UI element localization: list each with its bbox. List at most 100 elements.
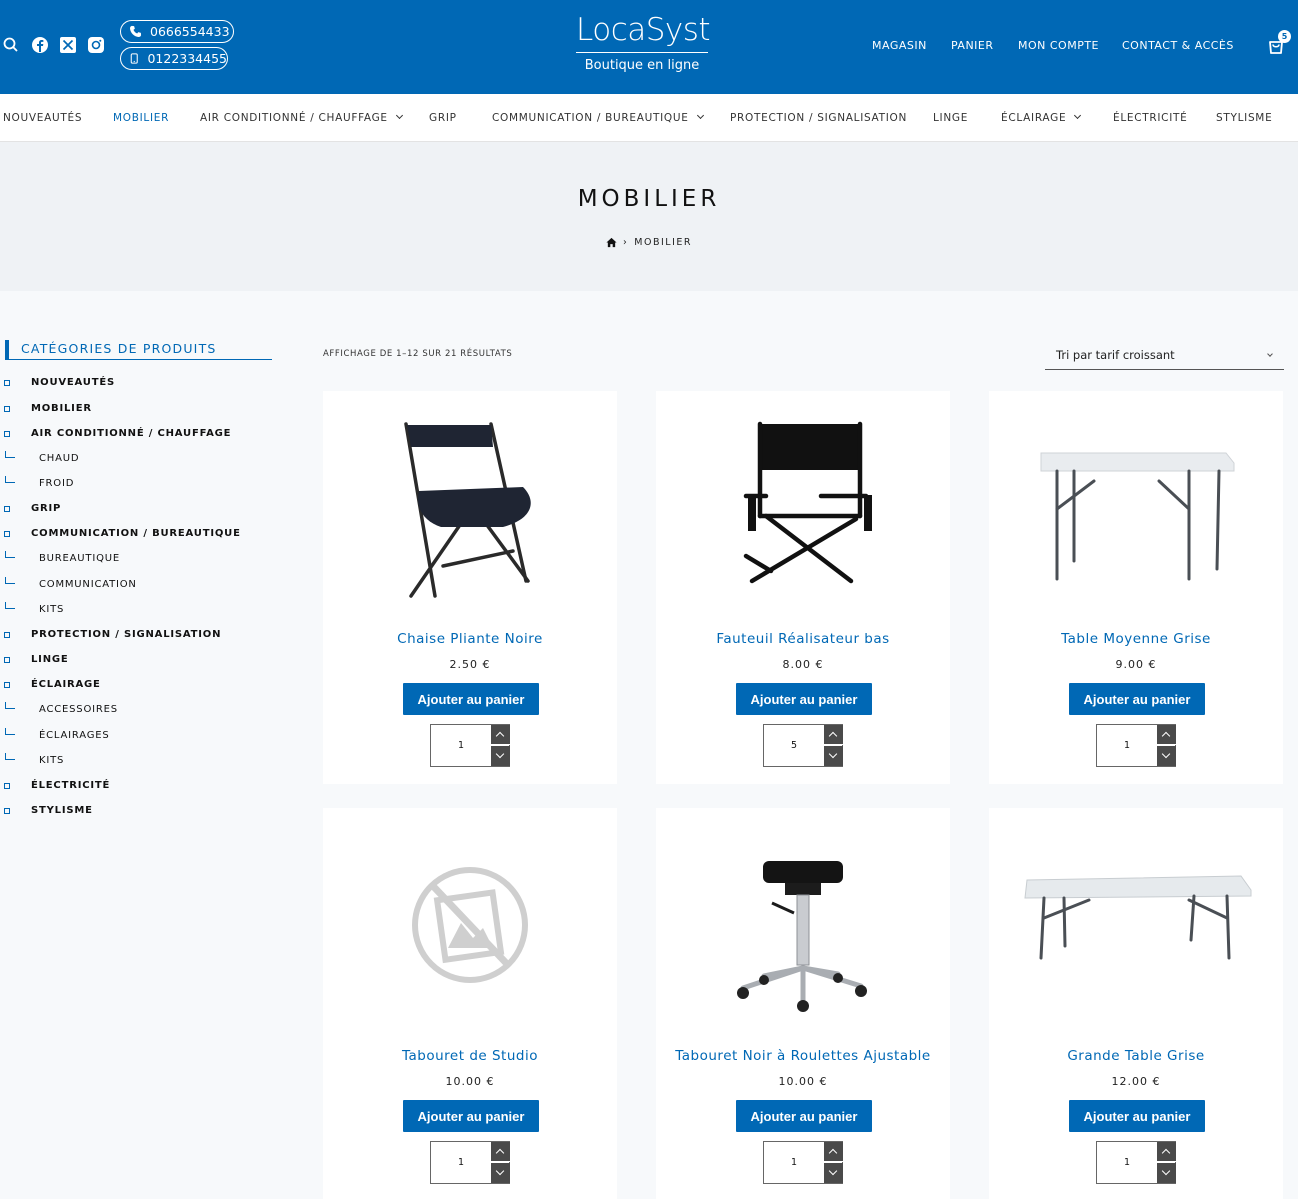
search-icon[interactable] <box>2 36 20 54</box>
catnav-air-conditionne[interactable]: AIR CONDITIONNÉ / CHAUFFAGE <box>200 111 403 124</box>
add-to-cart-button[interactable]: Ajouter au panier <box>403 683 539 715</box>
sidebar-item-electricite[interactable]: ÉLECTRICITÉ <box>31 780 110 791</box>
product-image-medium-table[interactable] <box>989 391 1283 616</box>
topnav-magasin[interactable]: MAGASIN <box>872 39 927 52</box>
quantity-input[interactable]: 1 <box>431 1142 491 1183</box>
product-title[interactable]: Fauteuil Réalisateur bas <box>656 631 950 647</box>
sidebar-item-linge[interactable]: LINGE <box>31 654 69 665</box>
sidebar-item-eclairages[interactable]: ÉCLAIRAGES <box>39 730 110 741</box>
logo-tagline: Boutique en ligne <box>584 58 700 73</box>
quantity-input[interactable]: 1 <box>1097 725 1157 766</box>
catnav-grip[interactable]: GRIP <box>429 112 457 124</box>
product-card: Tabouret de Studio 10.00 € Ajouter au pa… <box>323 808 617 1199</box>
site-logo[interactable]: LocaSyst Boutique en ligne <box>576 10 711 74</box>
product-title[interactable]: Tabouret de Studio <box>323 1048 617 1064</box>
quantity-decrease-button[interactable] <box>824 1163 843 1183</box>
catnav-linge[interactable]: LINGE <box>933 112 968 124</box>
bullet-icon <box>4 632 10 638</box>
mobile-icon <box>130 53 138 64</box>
catnav-stylisme[interactable]: STYLISME <box>1216 112 1272 124</box>
quantity-input[interactable]: 1 <box>1097 1142 1157 1183</box>
product-title[interactable]: Grande Table Grise <box>989 1048 1283 1064</box>
instagram-icon[interactable] <box>87 36 105 54</box>
add-to-cart-button[interactable]: Ajouter au panier <box>736 1100 872 1132</box>
quantity-decrease-button[interactable] <box>491 746 510 766</box>
product-title[interactable]: Chaise Pliante Noire <box>323 631 617 647</box>
home-icon[interactable] <box>606 237 617 248</box>
placeholder-image-icon[interactable] <box>323 808 617 1033</box>
sort-select[interactable]: Tri par tarif croissant <box>1045 341 1284 370</box>
logo-divider <box>576 52 708 53</box>
topnav-contact[interactable]: CONTACT & ACCÈS <box>1122 39 1234 52</box>
sort-select-value: Tri par tarif croissant <box>1056 348 1175 362</box>
bullet-icon <box>4 783 10 789</box>
quantity-input[interactable]: 1 <box>431 725 491 766</box>
sidebar-item-air-conditionne[interactable]: AIR CONDITIONNÉ / CHAUFFAGE <box>31 428 231 439</box>
quantity-increase-button[interactable] <box>1157 725 1176 745</box>
quantity-decrease-button[interactable] <box>1157 1163 1176 1183</box>
sidebar-item-communication[interactable]: COMMUNICATION <box>39 579 137 590</box>
facebook-icon[interactable] <box>31 36 49 54</box>
topnav-mon-compte[interactable]: MON COMPTE <box>1018 39 1099 52</box>
branch-icon <box>5 577 15 584</box>
sidebar-item-stylisme[interactable]: STYLISME <box>31 805 93 816</box>
quantity-decrease-button[interactable] <box>1157 746 1176 766</box>
phone-number: 0666554433 <box>150 24 230 39</box>
product-image-director-chair[interactable] <box>656 391 950 616</box>
product-image-large-table[interactable] <box>989 808 1283 1033</box>
bullet-icon <box>4 380 10 386</box>
sidebar-item-eclairage[interactable]: ÉCLAIRAGE <box>31 679 101 690</box>
x-twitter-icon[interactable] <box>59 36 77 54</box>
breadcrumb-separator: › <box>622 237 629 248</box>
sidebar-item-froid[interactable]: FROID <box>39 478 74 489</box>
catnav-communication[interactable]: COMMUNICATION / BUREAUTIQUE <box>492 111 704 124</box>
mobile-number: 0122334455 <box>147 51 227 66</box>
mobile-link[interactable]: 0122334455 <box>120 47 228 70</box>
quantity-increase-button[interactable] <box>491 1142 510 1162</box>
sidebar-item-protection[interactable]: PROTECTION / SIGNALISATION <box>31 629 221 640</box>
catnav-mobilier[interactable]: MOBILIER <box>113 112 169 124</box>
bullet-icon <box>4 506 10 512</box>
product-image-stool[interactable] <box>656 808 950 1033</box>
sidebar-item-communication-bureautique[interactable]: COMMUNICATION / BUREAUTIQUE <box>31 528 241 539</box>
product-price: 2.50 € <box>449 658 491 671</box>
quantity-input[interactable]: 5 <box>764 725 824 766</box>
sidebar-item-kits[interactable]: KITS <box>39 604 64 615</box>
add-to-cart-button[interactable]: Ajouter au panier <box>736 683 872 715</box>
catnav-protection[interactable]: PROTECTION / SIGNALISATION <box>730 112 907 124</box>
quantity-increase-button[interactable] <box>491 725 510 745</box>
catnav-nouveautes[interactable]: NOUVEAUTÉS <box>3 112 82 124</box>
product-price: 9.00 € <box>1115 658 1157 671</box>
sidebar-item-kits-eclairage[interactable]: KITS <box>39 755 64 766</box>
catnav-eclairage[interactable]: ÉCLAIRAGE <box>1001 111 1082 124</box>
bullet-icon <box>4 431 10 437</box>
catnav-communication-label: COMMUNICATION / BUREAUTIQUE <box>492 112 689 124</box>
sidebar-item-grip[interactable]: GRIP <box>31 503 61 514</box>
add-to-cart-button[interactable]: Ajouter au panier <box>1069 1100 1205 1132</box>
quantity-increase-button[interactable] <box>824 1142 843 1162</box>
product-title[interactable]: Tabouret Noir à Roulettes Ajustable <box>656 1048 950 1064</box>
quantity-increase-button[interactable] <box>1157 1142 1176 1162</box>
phone-link[interactable]: 0666554433 <box>120 20 234 43</box>
catnav-air-conditionne-label: AIR CONDITIONNÉ / CHAUFFAGE <box>200 112 388 124</box>
sidebar-item-chaud[interactable]: CHAUD <box>39 453 79 464</box>
product-image-chair[interactable] <box>323 391 617 616</box>
quantity-increase-button[interactable] <box>824 725 843 745</box>
sidebar-item-mobilier[interactable]: MOBILIER <box>31 403 92 414</box>
sidebar-item-bureautique[interactable]: BUREAUTIQUE <box>39 553 120 564</box>
quantity-decrease-button[interactable] <box>491 1163 510 1183</box>
add-to-cart-button[interactable]: Ajouter au panier <box>1069 683 1205 715</box>
topnav-panier[interactable]: PANIER <box>951 39 994 52</box>
catnav-electricite[interactable]: ÉLECTRICITÉ <box>1113 112 1187 124</box>
page-title: MOBILIER <box>577 186 721 212</box>
branch-icon <box>5 551 15 558</box>
product-title[interactable]: Table Moyenne Grise <box>989 631 1283 647</box>
sidebar-item-accessoires[interactable]: ACCESSOIRES <box>39 704 118 715</box>
add-to-cart-button[interactable]: Ajouter au panier <box>403 1100 539 1132</box>
chevron-down-icon <box>696 111 704 120</box>
quantity-decrease-button[interactable] <box>824 746 843 766</box>
product-card: Table Moyenne Grise 9.00 € Ajouter au pa… <box>989 391 1283 784</box>
quantity-input[interactable]: 1 <box>764 1142 824 1183</box>
branch-icon <box>5 702 15 709</box>
sidebar-item-nouveautes[interactable]: NOUVEAUTÉS <box>31 377 115 388</box>
